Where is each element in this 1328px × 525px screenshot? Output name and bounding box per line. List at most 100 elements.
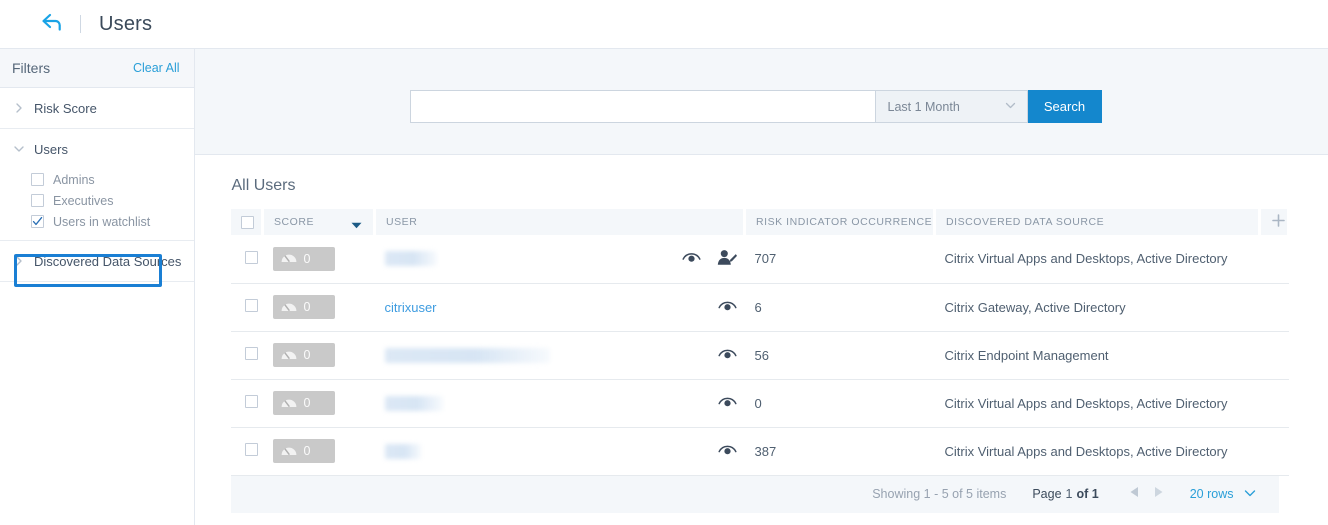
user-link[interactable]: citrixuser	[385, 300, 437, 315]
row-spacer-cell	[1260, 235, 1289, 283]
table-row[interactable]: 0	[231, 331, 1289, 379]
row-user-cell	[375, 427, 745, 475]
column-user-label: USER	[386, 216, 417, 228]
row-score-cell: 0	[263, 379, 375, 427]
main-content: Last 1 Month Search All Users	[195, 49, 1328, 525]
column-risk-indicator-occurrence[interactable]: RISK INDICATOR OCCURRENCE	[745, 209, 935, 235]
row-risk-cell: 6	[745, 283, 935, 331]
filter-group-users-toggle[interactable]: Users	[0, 129, 194, 169]
eye-icon[interactable]	[682, 251, 701, 267]
row-risk-cell: 0	[745, 379, 935, 427]
gauge-icon	[280, 348, 298, 363]
filter-group-discovered-data-sources-toggle[interactable]: Discovered Data Sources	[0, 241, 194, 281]
column-risk-label: RISK INDICATOR OCCURRENCE	[756, 216, 932, 228]
search-band: Last 1 Month Search	[195, 49, 1328, 155]
users-table-area: All Users SCORE	[195, 177, 1328, 513]
table-row[interactable]: 0	[231, 235, 1289, 283]
row-checkbox[interactable]	[245, 299, 258, 312]
filter-item-executives[interactable]: Executives	[0, 190, 194, 211]
row-checkbox[interactable]	[245, 347, 258, 360]
table-body: 0	[231, 235, 1289, 475]
row-user-cell	[375, 331, 745, 379]
rows-per-page-select[interactable]: 20 rows	[1190, 486, 1257, 503]
divider	[80, 15, 81, 33]
add-column-button[interactable]	[1260, 209, 1289, 235]
search-input[interactable]	[410, 90, 875, 123]
row-select-cell[interactable]	[231, 283, 263, 331]
filter-items-users: Admins Executives Users in watchlist	[0, 169, 194, 240]
table-header-row: SCORE USER RISK	[231, 209, 1289, 235]
chevron-left-icon[interactable]	[1129, 485, 1140, 503]
add-to-watchlist-user-icon[interactable]	[717, 249, 737, 268]
row-risk-cell: 707	[745, 235, 935, 283]
row-checkbox[interactable]	[245, 443, 258, 456]
chevron-right-icon	[12, 101, 26, 115]
back-arrow-icon	[38, 12, 66, 37]
row-source-cell: Citrix Virtual Apps and Desktops, Active…	[935, 379, 1260, 427]
table-row[interactable]: 0	[231, 379, 1289, 427]
column-select-all[interactable]	[231, 209, 263, 235]
eye-icon[interactable]	[718, 443, 737, 459]
row-select-cell[interactable]	[231, 331, 263, 379]
row-spacer-cell	[1260, 331, 1289, 379]
chevron-right-icon[interactable]	[1153, 485, 1164, 503]
page-label: Page	[1032, 487, 1061, 501]
time-range-select[interactable]: Last 1 Month	[875, 90, 1028, 123]
filters-header: Filters Clear All	[0, 49, 194, 88]
table-row[interactable]: 0	[231, 427, 1289, 475]
gauge-icon	[280, 396, 298, 411]
checkbox-users-in-watchlist[interactable]	[31, 215, 44, 228]
score-badge: 0	[273, 343, 335, 367]
score-badge: 0	[273, 295, 335, 319]
back-button[interactable]	[30, 12, 74, 37]
gauge-icon	[280, 251, 298, 266]
checkbox-admins[interactable]	[31, 173, 44, 186]
score-value: 0	[304, 396, 311, 410]
row-source-cell: Citrix Virtual Apps and Desktops, Active…	[935, 235, 1260, 283]
redacted-username	[385, 444, 421, 459]
table-footer: Showing 1 - 5 of 5 items Page 1 of 1	[231, 476, 1279, 513]
filter-group-risk-score-toggle[interactable]: Risk Score	[0, 88, 194, 128]
row-score-cell: 0	[263, 427, 375, 475]
select-all-checkbox[interactable]	[241, 216, 254, 229]
rows-per-page-value: 20 rows	[1190, 487, 1234, 501]
table-head: SCORE USER RISK	[231, 209, 1289, 235]
column-discovered-data-source[interactable]: DISCOVERED DATA SOURCE	[935, 209, 1260, 235]
filters-title: Filters	[12, 60, 50, 76]
score-badge: 0	[273, 391, 335, 415]
filter-group-risk-score: Risk Score	[0, 88, 194, 129]
column-score[interactable]: SCORE	[263, 209, 375, 235]
filter-group-discovered-data-sources: Discovered Data Sources	[0, 241, 194, 282]
table-row[interactable]: 0 citrixuser	[231, 283, 1289, 331]
users-table: SCORE USER RISK	[231, 209, 1291, 476]
row-checkbox[interactable]	[245, 251, 258, 264]
row-action-icons	[718, 299, 737, 315]
row-spacer-cell	[1260, 379, 1289, 427]
search-button[interactable]: Search	[1028, 90, 1102, 123]
row-select-cell[interactable]	[231, 379, 263, 427]
column-user[interactable]: USER	[375, 209, 745, 235]
gauge-icon	[280, 300, 298, 315]
row-select-cell[interactable]	[231, 235, 263, 283]
row-source-cell: Citrix Endpoint Management	[935, 331, 1260, 379]
filter-item-users-in-watchlist[interactable]: Users in watchlist	[0, 211, 194, 232]
row-score-cell: 0	[263, 283, 375, 331]
row-source-cell: Citrix Gateway, Active Directory	[935, 283, 1260, 331]
chevron-down-icon	[1243, 486, 1257, 503]
clear-all-button[interactable]: Clear All	[133, 61, 180, 75]
checkbox-executives[interactable]	[31, 194, 44, 207]
row-action-icons	[682, 249, 737, 268]
eye-icon[interactable]	[718, 347, 737, 363]
table-title: All Users	[232, 177, 1291, 195]
chevron-down-icon	[1004, 99, 1017, 115]
row-checkbox[interactable]	[245, 395, 258, 408]
filter-item-admins[interactable]: Admins	[0, 169, 194, 190]
row-user-cell: citrixuser	[375, 283, 745, 331]
eye-icon[interactable]	[718, 395, 737, 411]
row-score-cell: 0	[263, 235, 375, 283]
users-page: Users Filters Clear All Risk Score	[0, 0, 1328, 525]
column-source-label: DISCOVERED DATA SOURCE	[946, 216, 1104, 228]
eye-icon[interactable]	[718, 299, 737, 315]
row-score-cell: 0	[263, 331, 375, 379]
row-select-cell[interactable]	[231, 427, 263, 475]
